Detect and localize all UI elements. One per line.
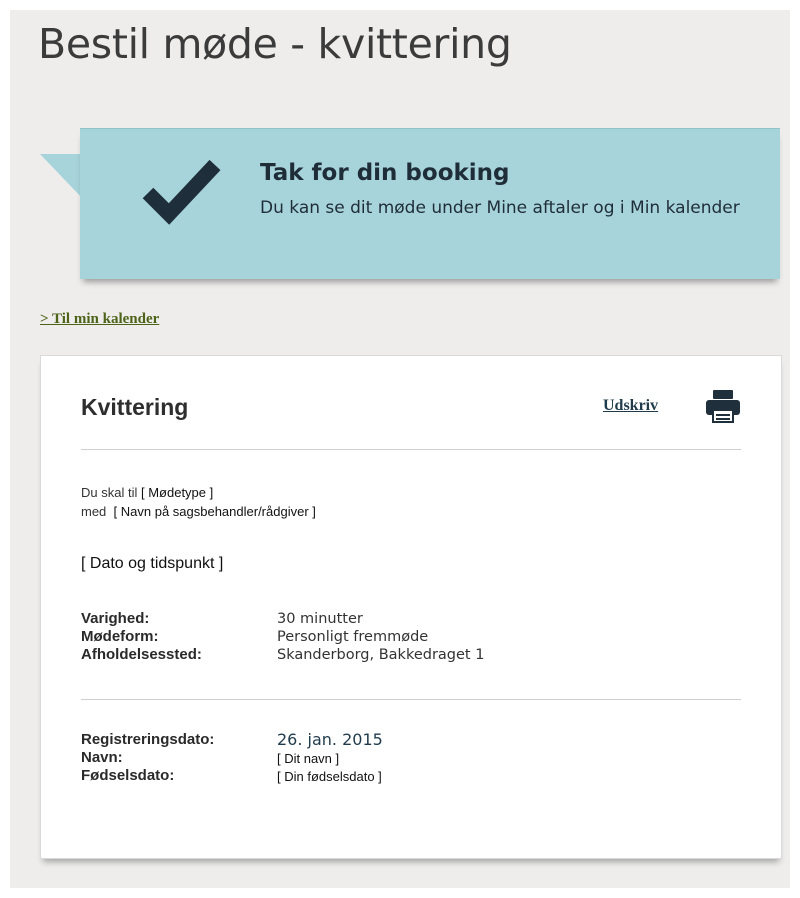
detail-values: 30 minutter Personligt fremmøde Skanderb… [277, 610, 484, 664]
banner-tail [40, 154, 84, 200]
advisor-prefix: med [81, 504, 107, 519]
advisor-line: med [ Navn på sagsbehandler/rådgiver ] [81, 502, 316, 521]
confirmation-banner: Tak for din booking Du kan se dit møde u… [40, 128, 782, 284]
registration-values: 26. jan. 2015 [ Dit navn ] [ Din fødsels… [277, 730, 383, 786]
meeting-type-line: Du skal til [ Mødetype ] [81, 483, 316, 502]
receipt-card: Kvittering Udskriv Du skal til [ Mødetyp… [40, 355, 782, 859]
banner-message: Du kan se dit møde under Mine aftaler og… [260, 198, 740, 218]
location-label: Afholdelsessted: [81, 646, 202, 663]
intro-prefix: Du skal til [81, 485, 138, 500]
detail-labels: Varighed: Mødeform: Afholdelsessted: [81, 610, 202, 664]
divider [81, 449, 741, 450]
meeting-form-value: Personligt fremmøde [277, 629, 429, 645]
confirmation-panel: Tak for din booking Du kan se dit møde u… [80, 128, 780, 279]
meeting-intro: Du skal til [ Mødetype ] med [ Navn på s… [81, 483, 316, 521]
divider [81, 699, 741, 700]
my-calendar-link[interactable]: > Til min kalender [40, 311, 159, 328]
datetime-placeholder: [ Dato og tidspunkt ] [81, 555, 224, 572]
birthdate-placeholder: [ Din fødselsdato ] [277, 769, 382, 784]
checkmark-icon [142, 159, 221, 225]
printer-icon[interactable] [704, 389, 742, 423]
advisor-placeholder: [ Navn på sagsbehandler/rådgiver ] [113, 504, 316, 519]
duration-value: 30 minutter [277, 611, 363, 627]
registration-labels: Registreringsdato: Navn: Fødselsdato: [81, 731, 214, 785]
duration-label: Varighed: [81, 610, 150, 627]
banner-heading: Tak for din booking [260, 160, 510, 186]
print-link[interactable]: Udskriv [603, 397, 658, 415]
registration-date-value: 26. jan. 2015 [277, 730, 383, 749]
meeting-form-label: Mødeform: [81, 628, 159, 645]
page-title: Bestil møde - kvittering [38, 20, 512, 68]
birthdate-label: Fødselsdato: [81, 767, 175, 784]
meeting-type-placeholder: [ Mødetype ] [140, 485, 214, 500]
location-value: Skanderborg, Bakkedraget 1 [277, 647, 485, 663]
registration-date-label: Registreringsdato: [81, 731, 215, 748]
name-label: Navn: [81, 749, 123, 766]
name-placeholder: [ Dit navn ] [277, 751, 340, 766]
receipt-title: Kvittering [81, 394, 189, 420]
